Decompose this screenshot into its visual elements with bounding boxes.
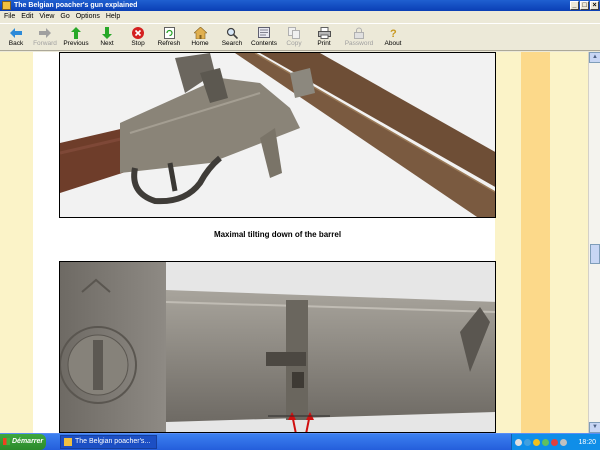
- start-button[interactable]: Démarrer: [0, 434, 46, 450]
- tray-misc-icon[interactable]: [560, 438, 567, 446]
- title-bar[interactable]: The Belgian poacher's gun explained _ □ …: [0, 0, 600, 11]
- right-outer-band: [550, 52, 588, 433]
- menu-go[interactable]: Go: [60, 11, 69, 23]
- maximize-button[interactable]: □: [580, 1, 589, 10]
- menu-options[interactable]: Options: [76, 11, 100, 23]
- app-icon: [2, 1, 11, 10]
- contents-button[interactable]: Contents: [248, 24, 280, 50]
- contents-label: Contents: [250, 40, 278, 47]
- next-button[interactable]: Next: [92, 24, 122, 50]
- next-label: Next: [100, 40, 114, 47]
- stop-button[interactable]: Stop: [122, 24, 154, 50]
- scroll-down-button[interactable]: ▼: [589, 422, 600, 433]
- about-label: About: [384, 40, 402, 47]
- stop-label: Stop: [131, 40, 145, 47]
- left-margin-band: [0, 52, 33, 433]
- menu-view[interactable]: View: [39, 11, 54, 23]
- taskbar: Démarrer The Belgian poacher's... 18:20: [0, 433, 600, 450]
- copy-button[interactable]: Copy: [280, 24, 308, 50]
- photo-caption: Maximal tilting down of the barrel: [213, 230, 342, 239]
- minimize-button[interactable]: _: [570, 1, 579, 10]
- home-button[interactable]: Home: [184, 24, 216, 50]
- close-button[interactable]: ×: [590, 1, 599, 10]
- copy-label: Copy: [286, 40, 302, 47]
- back-label: Back: [8, 40, 24, 47]
- windows-logo-icon: [3, 438, 10, 445]
- password-button[interactable]: Password: [340, 24, 378, 50]
- print-icon: [317, 26, 331, 39]
- svg-text:?: ?: [390, 28, 397, 39]
- scroll-thumb[interactable]: [590, 244, 600, 264]
- print-label: Print: [317, 40, 331, 47]
- refresh-label: Refresh: [157, 40, 181, 47]
- refresh-icon: [162, 26, 176, 39]
- photo-barrel-lug-detail: [59, 261, 496, 433]
- search-icon: [225, 26, 239, 39]
- app-icon: [64, 438, 72, 446]
- previous-button[interactable]: Previous: [60, 24, 92, 50]
- right-accent-band: [521, 52, 550, 433]
- down-arrow-icon: [100, 26, 114, 39]
- back-arrow-icon: [9, 26, 23, 39]
- photo-barrel-tilted: [59, 52, 496, 218]
- start-label: Démarrer: [12, 438, 44, 445]
- tray-network-icon[interactable]: [524, 438, 531, 446]
- menu-help[interactable]: Help: [106, 11, 120, 23]
- password-label: Password: [344, 40, 374, 47]
- tray-security-icon[interactable]: [551, 438, 558, 446]
- clock[interactable]: 18:20: [578, 439, 596, 446]
- refresh-button[interactable]: Refresh: [154, 24, 184, 50]
- system-tray: 18:20: [511, 434, 600, 450]
- back-button[interactable]: Back: [2, 24, 30, 50]
- menu-bar: File Edit View Go Options Help: [0, 11, 600, 23]
- tray-arrow-icon[interactable]: [515, 438, 522, 446]
- toolbar: Back Forward Previous Next Stop Refresh …: [0, 23, 600, 51]
- tray-update-icon[interactable]: [542, 438, 549, 446]
- about-button[interactable]: ? About: [378, 24, 408, 50]
- page-content: Maximal tilting down of the barrel: [0, 52, 588, 433]
- browser-window: The Belgian poacher's gun explained _ □ …: [0, 0, 600, 433]
- home-label: Home: [191, 40, 209, 47]
- password-icon: [352, 26, 366, 39]
- menu-file[interactable]: File: [4, 11, 15, 23]
- search-button[interactable]: Search: [216, 24, 248, 50]
- taskbar-window-item[interactable]: The Belgian poacher's...: [60, 435, 157, 449]
- contents-icon: [257, 26, 271, 39]
- stop-icon: [131, 26, 145, 39]
- forward-label: Forward: [33, 40, 57, 47]
- previous-label: Previous: [63, 40, 89, 47]
- vertical-scrollbar[interactable]: ▲ ▼: [588, 52, 600, 433]
- home-icon: [193, 26, 207, 39]
- forward-button[interactable]: Forward: [30, 24, 60, 50]
- copy-icon: [287, 26, 301, 39]
- forward-arrow-icon: [38, 26, 52, 39]
- up-arrow-icon: [69, 26, 83, 39]
- tray-volume-icon[interactable]: [533, 438, 540, 446]
- menu-edit[interactable]: Edit: [21, 11, 33, 23]
- about-icon: ?: [386, 26, 400, 39]
- scroll-up-button[interactable]: ▲: [589, 52, 600, 63]
- taskbar-item-label: The Belgian poacher's...: [75, 438, 151, 445]
- window-title: The Belgian poacher's gun explained: [14, 2, 138, 9]
- search-label: Search: [221, 40, 243, 47]
- right-margin-band: [495, 52, 521, 433]
- print-button[interactable]: Print: [308, 24, 340, 50]
